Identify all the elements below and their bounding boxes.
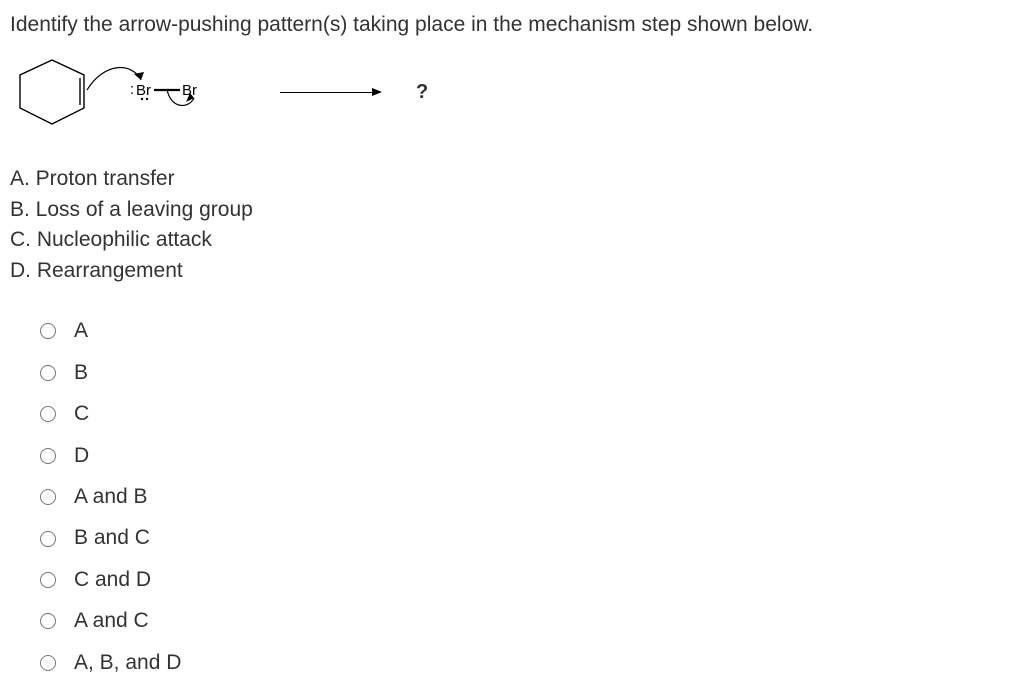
option-a-b-and-d-label[interactable]: A, B, and D (74, 648, 181, 678)
option-b-and-c-label[interactable]: B and C (74, 523, 150, 553)
option-d-label[interactable]: D (74, 441, 89, 471)
reactant-structure: : Br Br (12, 50, 252, 140)
option-row: A and C (40, 606, 1014, 636)
option-row: A and B (40, 482, 1014, 512)
product-placeholder: ? (416, 78, 428, 107)
option-b-radio[interactable] (40, 365, 56, 381)
option-c-label[interactable]: C (74, 399, 89, 429)
option-row: D (40, 441, 1014, 471)
option-row: B (40, 358, 1014, 388)
pattern-d: D. Rearrangement (10, 256, 1014, 286)
option-a-and-b-label[interactable]: A and B (74, 482, 148, 512)
option-c-and-d-radio[interactable] (40, 572, 56, 588)
option-c-and-d-label[interactable]: C and D (74, 565, 151, 595)
option-a-label[interactable]: A (74, 316, 88, 346)
option-d-radio[interactable] (40, 448, 56, 464)
pattern-c: C. Nucleophilic attack (10, 225, 1014, 255)
option-row: C (40, 399, 1014, 429)
br-left-label: : (130, 81, 134, 98)
option-row: B and C (40, 523, 1014, 553)
option-a-and-b-radio[interactable] (40, 489, 56, 505)
reaction-arrow-icon (280, 92, 380, 93)
option-row: A, B, and D (40, 648, 1014, 678)
option-row: C and D (40, 565, 1014, 595)
option-row: A (40, 316, 1014, 346)
reaction-diagram: : Br Br ? (10, 50, 1014, 140)
pattern-a: A. Proton transfer (10, 164, 1014, 194)
pattern-b: B. Loss of a leaving group (10, 195, 1014, 225)
option-c-radio[interactable] (40, 406, 56, 422)
pattern-definitions: A. Proton transfer B. Loss of a leaving … (10, 164, 1014, 286)
answer-options: A B C D A and B B and C C and D A and C … (10, 316, 1014, 678)
option-a-radio[interactable] (40, 323, 56, 339)
option-b-and-c-radio[interactable] (40, 531, 56, 547)
br-left-text: Br (136, 82, 151, 99)
option-a-and-c-label[interactable]: A and C (74, 606, 149, 636)
option-a-and-c-radio[interactable] (40, 613, 56, 629)
option-b-label[interactable]: B (74, 358, 88, 388)
question-text: Identify the arrow-pushing pattern(s) ta… (10, 10, 1014, 40)
option-a-b-and-d-radio[interactable] (40, 655, 56, 671)
